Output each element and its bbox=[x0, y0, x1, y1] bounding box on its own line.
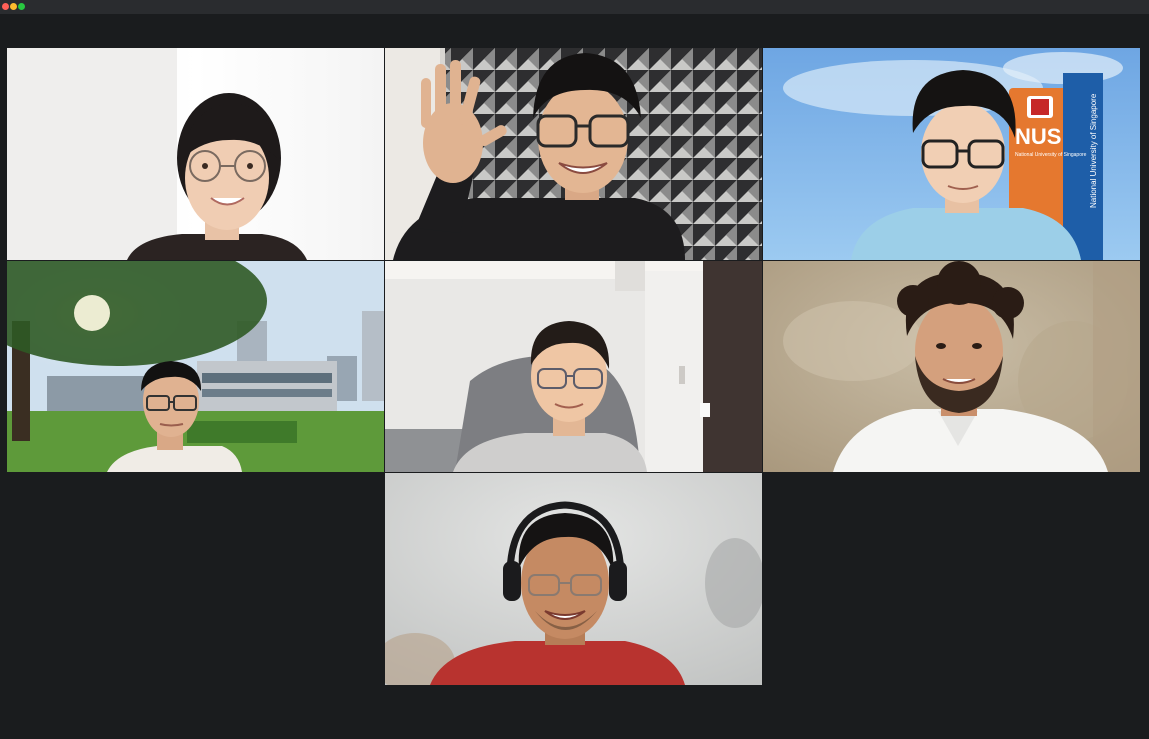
nus-vertical-text: National University of Singapore bbox=[1089, 93, 1098, 208]
participant-video-6 bbox=[763, 261, 1140, 472]
minimize-window-button[interactable] bbox=[10, 3, 17, 10]
title-bar bbox=[0, 0, 1149, 14]
participant-video-1 bbox=[7, 48, 384, 260]
participant-video-7 bbox=[385, 473, 762, 685]
video-call-window: NUS National University of Singapore Nat… bbox=[0, 0, 1149, 739]
participant-video-tile-1[interactable] bbox=[7, 48, 384, 260]
participant-video-tile-7[interactable] bbox=[385, 473, 762, 685]
participant-video-tile-3[interactable]: NUS National University of Singapore Nat… bbox=[763, 48, 1140, 260]
participant-video-tile-6[interactable] bbox=[763, 261, 1140, 472]
participant-video-4 bbox=[7, 261, 384, 472]
nus-small-text: National University of Singapore bbox=[1015, 152, 1087, 158]
maximize-window-button[interactable] bbox=[18, 3, 25, 10]
participant-video-5 bbox=[385, 261, 762, 472]
participant-video-3: NUS National University of Singapore Nat… bbox=[763, 48, 1140, 260]
participant-video-tile-4[interactable] bbox=[7, 261, 384, 472]
close-window-button[interactable] bbox=[2, 3, 9, 10]
participant-video-tile-2-active-speaker[interactable] bbox=[385, 48, 762, 260]
participant-video-tile-5[interactable] bbox=[385, 261, 762, 472]
participant-video-2 bbox=[385, 48, 762, 260]
nus-logo-text: NUS bbox=[1015, 124, 1061, 149]
